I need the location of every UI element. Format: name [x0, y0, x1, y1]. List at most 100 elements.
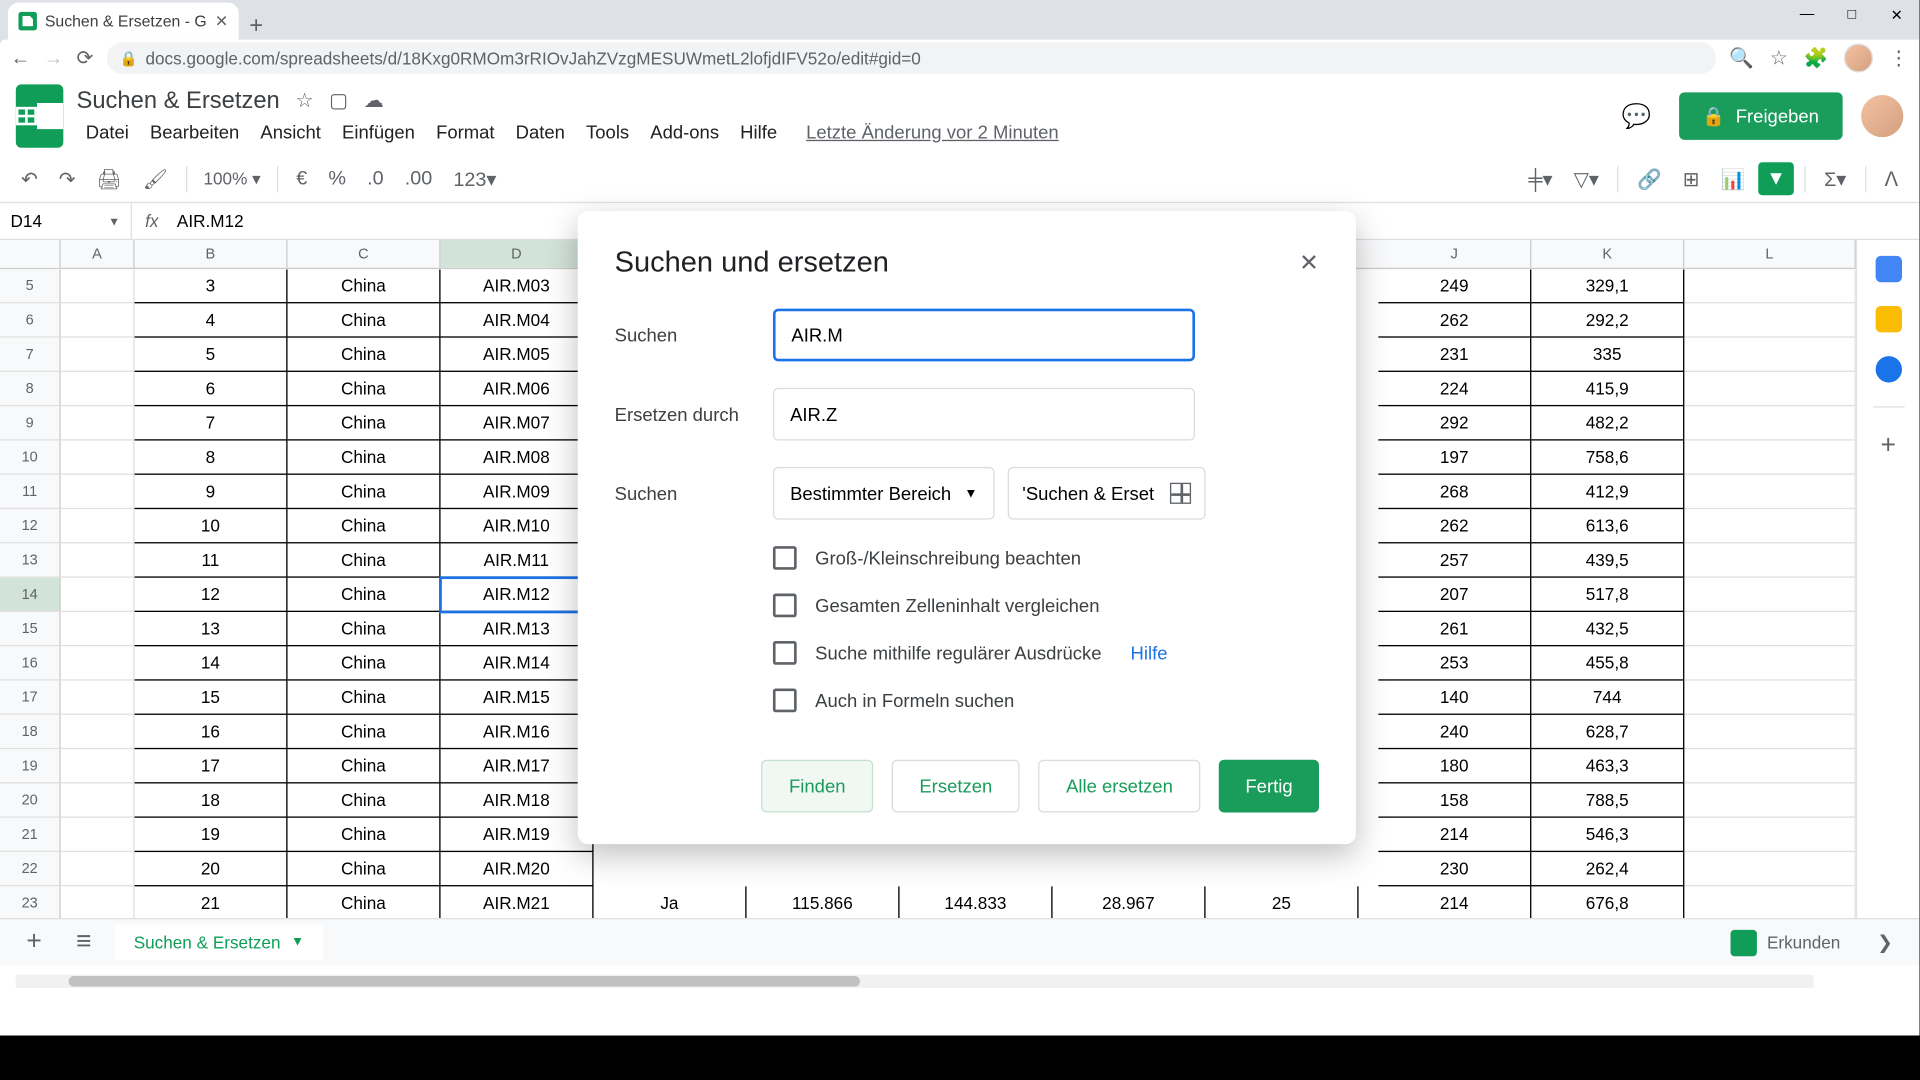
cell[interactable]: [1684, 578, 1855, 612]
cell[interactable]: China: [288, 509, 441, 543]
select-range-icon[interactable]: [1170, 483, 1191, 504]
menu-datei[interactable]: Datei: [77, 117, 139, 146]
decrease-decimal-button[interactable]: .0: [359, 162, 391, 195]
cell[interactable]: [61, 886, 135, 918]
cell[interactable]: [61, 749, 135, 783]
cell[interactable]: 8: [135, 441, 288, 475]
formulas-checkbox[interactable]: [773, 689, 797, 713]
cell[interactable]: China: [288, 372, 441, 406]
cell[interactable]: 144.833: [900, 886, 1053, 918]
row-header[interactable]: 9: [0, 406, 61, 440]
cell[interactable]: AIR.M21: [441, 886, 594, 918]
cell[interactable]: [1684, 406, 1855, 440]
menu-daten[interactable]: Daten: [506, 117, 574, 146]
cell[interactable]: AIR.M15: [441, 681, 594, 715]
cell[interactable]: [61, 852, 135, 886]
cell[interactable]: China: [288, 886, 441, 918]
cell[interactable]: 257: [1378, 543, 1531, 577]
cell[interactable]: 180: [1378, 749, 1531, 783]
cell[interactable]: [61, 612, 135, 646]
cell[interactable]: AIR.M11: [441, 543, 594, 577]
close-icon[interactable]: ✕: [1299, 249, 1319, 277]
row-header[interactable]: 18: [0, 715, 61, 749]
calendar-icon[interactable]: [1875, 256, 1901, 282]
keep-icon[interactable]: [1875, 306, 1901, 332]
add-addon-icon[interactable]: +: [1880, 431, 1895, 461]
column-header[interactable]: A: [61, 240, 135, 268]
user-avatar[interactable]: [1861, 95, 1903, 137]
cell[interactable]: 18: [135, 783, 288, 817]
format-currency-button[interactable]: €: [288, 162, 315, 195]
match-case-checkbox[interactable]: [773, 546, 797, 570]
cell[interactable]: [61, 338, 135, 372]
filter-icon[interactable]: ▼: [1758, 162, 1793, 195]
cell[interactable]: 28.967: [1053, 886, 1206, 918]
select-all-corner[interactable]: [0, 240, 61, 268]
menu-hilfe[interactable]: Hilfe: [731, 117, 786, 146]
cell[interactable]: 432,5: [1531, 612, 1684, 646]
cell[interactable]: [1684, 441, 1855, 475]
cell[interactable]: 415,9: [1531, 372, 1684, 406]
cloud-status-icon[interactable]: ☁: [364, 88, 384, 112]
insert-comment-icon[interactable]: ⊞: [1675, 162, 1707, 196]
row-header[interactable]: 10: [0, 441, 61, 475]
row-header[interactable]: 5: [0, 269, 61, 303]
replace-input[interactable]: [773, 388, 1195, 441]
format-percent-button[interactable]: %: [320, 162, 353, 195]
profile-avatar[interactable]: [1844, 44, 1873, 73]
regex-help-link[interactable]: Hilfe: [1131, 642, 1168, 663]
row-header[interactable]: 22: [0, 852, 61, 886]
cell[interactable]: AIR.M06: [441, 372, 594, 406]
cell[interactable]: 261: [1378, 612, 1531, 646]
tab-close-icon[interactable]: ✕: [215, 12, 228, 30]
cell[interactable]: [61, 303, 135, 337]
cell[interactable]: [1684, 852, 1855, 886]
cell[interactable]: [1684, 681, 1855, 715]
cell[interactable]: [61, 543, 135, 577]
find-button[interactable]: Finden: [761, 760, 873, 813]
cell[interactable]: China: [288, 406, 441, 440]
cell[interactable]: 231: [1378, 338, 1531, 372]
column-header[interactable]: B: [135, 240, 288, 268]
row-header[interactable]: 20: [0, 783, 61, 817]
side-panel-toggle-icon[interactable]: ❯: [1867, 929, 1904, 957]
menu-bearbeiten[interactable]: Bearbeiten: [141, 117, 249, 146]
cell[interactable]: 249: [1378, 269, 1531, 303]
insert-chart-icon[interactable]: 📊: [1713, 162, 1753, 196]
column-header[interactable]: C: [288, 240, 441, 268]
window-close-button[interactable]: ✕: [1874, 0, 1919, 29]
cell[interactable]: 14: [135, 646, 288, 680]
freeze-icon[interactable]: ╪▾: [1521, 162, 1561, 196]
column-header[interactable]: L: [1684, 240, 1855, 268]
cell[interactable]: China: [288, 338, 441, 372]
cell[interactable]: [1684, 475, 1855, 509]
cell[interactable]: 463,3: [1531, 749, 1684, 783]
cell[interactable]: 788,5: [1531, 783, 1684, 817]
menu-einfuegen[interactable]: Einfügen: [333, 117, 424, 146]
row-header[interactable]: 7: [0, 338, 61, 372]
cell[interactable]: AIR.M05: [441, 338, 594, 372]
cell[interactable]: AIR.M13: [441, 612, 594, 646]
redo-icon[interactable]: ↷: [51, 162, 83, 196]
cell[interactable]: 482,2: [1531, 406, 1684, 440]
replace-all-button[interactable]: Alle ersetzen: [1038, 760, 1200, 813]
match-whole-checkbox[interactable]: [773, 594, 797, 618]
cell[interactable]: AIR.M07: [441, 406, 594, 440]
cell[interactable]: 11: [135, 543, 288, 577]
cell[interactable]: 17: [135, 749, 288, 783]
cell[interactable]: China: [288, 715, 441, 749]
cell[interactable]: AIR.M03: [441, 269, 594, 303]
cell[interactable]: 744: [1531, 681, 1684, 715]
move-icon[interactable]: ▢: [329, 88, 348, 112]
menu-tools[interactable]: Tools: [577, 117, 639, 146]
cell[interactable]: [1684, 818, 1855, 852]
cell[interactable]: 10: [135, 509, 288, 543]
search-input[interactable]: [773, 309, 1195, 362]
cell[interactable]: China: [288, 475, 441, 509]
cell[interactable]: 268: [1378, 475, 1531, 509]
browser-tab[interactable]: Suchen & Ersetzen - Google Tabe ✕: [8, 3, 239, 40]
cell[interactable]: 439,5: [1531, 543, 1684, 577]
cell[interactable]: [61, 578, 135, 612]
cell[interactable]: [1684, 303, 1855, 337]
last-edit-link[interactable]: Letzte Änderung vor 2 Minuten: [797, 117, 1068, 146]
